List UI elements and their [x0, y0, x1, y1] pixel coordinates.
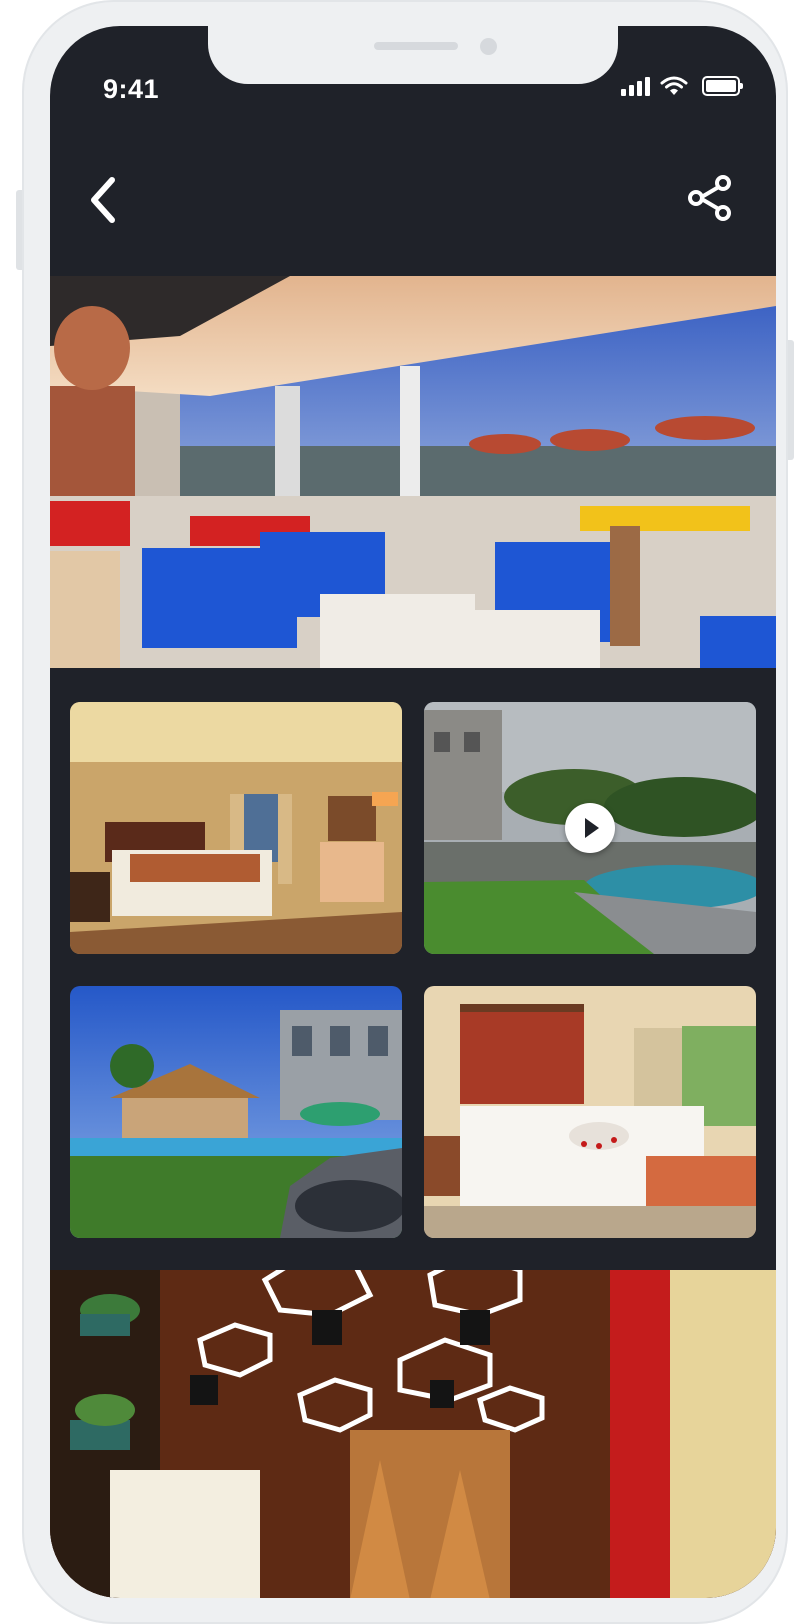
nav-bar — [50, 156, 776, 236]
status-icons — [621, 76, 743, 96]
gallery-item[interactable] — [70, 702, 402, 954]
wifi-icon — [660, 76, 688, 95]
speaker-grille — [374, 42, 458, 50]
bedroom-image — [70, 702, 402, 954]
suite-bedroom-image — [424, 986, 756, 1238]
cafe-interior-image — [50, 1270, 776, 1598]
chevron-left-icon — [91, 177, 115, 223]
play-button[interactable] — [565, 803, 615, 853]
front-camera — [480, 38, 497, 55]
gallery-item-video[interactable] — [424, 702, 756, 954]
hotel-exterior-image — [70, 986, 402, 1238]
app-screen: 9:41 — [50, 26, 776, 1598]
gallery-item[interactable] — [424, 986, 756, 1238]
hero-photo[interactable] — [50, 276, 776, 668]
status-time: 9:41 — [103, 74, 160, 104]
battery-icon — [702, 76, 743, 96]
gallery-item[interactable] — [70, 986, 402, 1238]
share-button[interactable] — [682, 170, 738, 226]
device-notch — [208, 26, 618, 84]
cafe-photo[interactable] — [50, 1270, 776, 1598]
signal-icon — [621, 76, 650, 96]
back-button[interactable] — [80, 170, 130, 230]
share-icon — [688, 175, 731, 221]
restaurant-image — [50, 276, 776, 668]
